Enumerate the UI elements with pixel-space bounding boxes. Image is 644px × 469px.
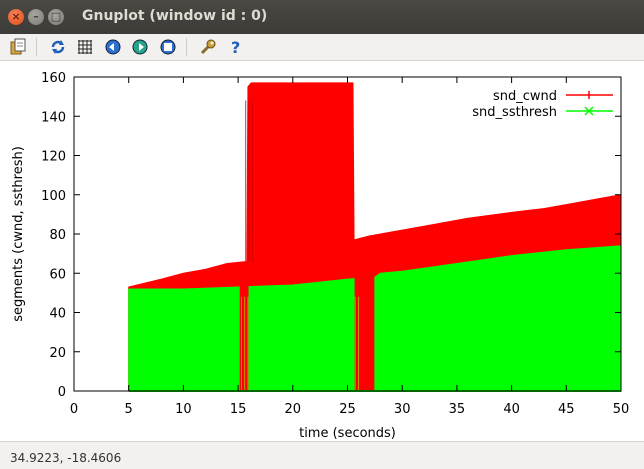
toolbar-separator	[186, 38, 187, 56]
y-tick-label: 20	[49, 346, 66, 361]
x-tick-label: 5	[125, 402, 133, 417]
title-bar: × – □ Gnuplot (window id : 0)	[0, 0, 644, 34]
mouse-coordinates: 34.9223, -18.4606	[10, 451, 122, 465]
x-tick-label: 30	[394, 402, 411, 417]
toolbar: ?	[0, 34, 644, 61]
window-title: Gnuplot (window id : 0)	[82, 8, 268, 24]
x-tick-label: 15	[230, 402, 247, 417]
legend-label-cwnd: snd_cwnd	[493, 89, 557, 104]
y-axis-label: segments (cwnd, ssthresh)	[11, 146, 26, 322]
x-axis-label: time (seconds)	[299, 426, 396, 441]
y-tick-label: 160	[41, 71, 66, 86]
y-tick-label: 60	[49, 267, 66, 282]
settings-icon[interactable]	[198, 37, 218, 57]
toolbar-separator	[36, 38, 37, 56]
y-tick-label: 120	[41, 150, 66, 165]
ssthresh-series-area	[248, 278, 355, 392]
copy-to-clipboard-icon[interactable]	[8, 37, 28, 57]
grid-icon[interactable]	[75, 37, 95, 57]
status-bar: 34.9223, -18.4606	[0, 441, 644, 469]
minimize-button[interactable]: –	[28, 9, 44, 25]
zoom-next-icon[interactable]	[130, 37, 150, 57]
gnuplot-window: × – □ Gnuplot (window id : 0) ? 0 5 10 1…	[0, 0, 644, 469]
x-tick-label: 10	[175, 402, 192, 417]
y-tick-label: 80	[49, 228, 66, 243]
y-tick-label: 100	[41, 189, 66, 204]
close-button[interactable]: ×	[8, 9, 24, 25]
autoscale-icon[interactable]	[158, 37, 178, 57]
cwnd-gap-block	[355, 296, 373, 374]
y-tick-label: 140	[41, 110, 66, 125]
y-tick-label: 0	[58, 385, 66, 400]
x-tick-label: 20	[285, 402, 302, 417]
x-tick-label: 25	[339, 402, 356, 417]
ssthresh-series-area	[128, 286, 240, 392]
gnuplot-chart: 0 5 10 15 20 25 30 35 40 45 50 0 20 40 60 80 100 120 140 16…	[11, 71, 630, 441]
svg-text:?: ?	[231, 38, 240, 56]
x-tick-label: 0	[70, 402, 78, 417]
plot-canvas[interactable]: 0 5 10 15 20 25 30 35 40 45 50 0 20 40 60 80 100 120 140 16…	[0, 61, 644, 441]
x-tick-label: 50	[613, 402, 630, 417]
x-tick-label: 35	[449, 402, 466, 417]
legend-label-ssthresh: snd_ssthresh	[472, 105, 557, 120]
x-tick-label: 40	[503, 402, 520, 417]
x-tick-label: 45	[558, 402, 575, 417]
zoom-prev-icon[interactable]	[103, 37, 123, 57]
maximize-button[interactable]: □	[48, 9, 64, 25]
y-tick-label: 40	[49, 307, 66, 322]
replot-icon[interactable]	[48, 37, 68, 57]
help-icon[interactable]: ?	[226, 37, 246, 57]
